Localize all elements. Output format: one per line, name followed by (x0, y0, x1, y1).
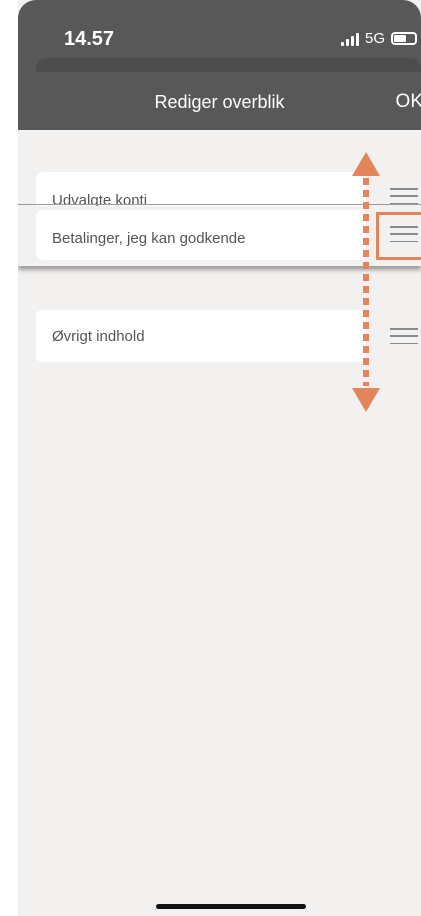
app-screen: 14.57 5G Rediger overblik OK Udvalgte ko… (18, 0, 421, 916)
double-arrow-vertical-icon (352, 152, 380, 412)
page-title: Rediger overblik (154, 92, 285, 112)
header-tab-edge (36, 58, 421, 72)
list-item-betalinger[interactable]: Betalinger, jeg kan godkende (36, 210, 366, 260)
ok-button[interactable]: OK (396, 91, 421, 113)
hamburger-icon[interactable] (390, 328, 418, 344)
hamburger-icon[interactable] (390, 188, 418, 204)
status-indicators: 5G (340, 30, 417, 47)
nav-header: 14.57 5G Rediger overblik OK (18, 0, 421, 130)
list-item-label: Øvrigt indhold (52, 328, 145, 345)
battery-icon (391, 32, 417, 45)
drag-handle-highlight (376, 212, 421, 260)
signal-icon (340, 32, 359, 46)
list-item-label: Betalinger, jeg kan godkende (52, 230, 246, 247)
list-item-oevrigt-indhold[interactable]: Øvrigt indhold (36, 310, 366, 362)
home-indicator[interactable] (156, 904, 306, 909)
network-label: 5G (364, 30, 385, 47)
status-time: 14.57 (64, 28, 115, 50)
